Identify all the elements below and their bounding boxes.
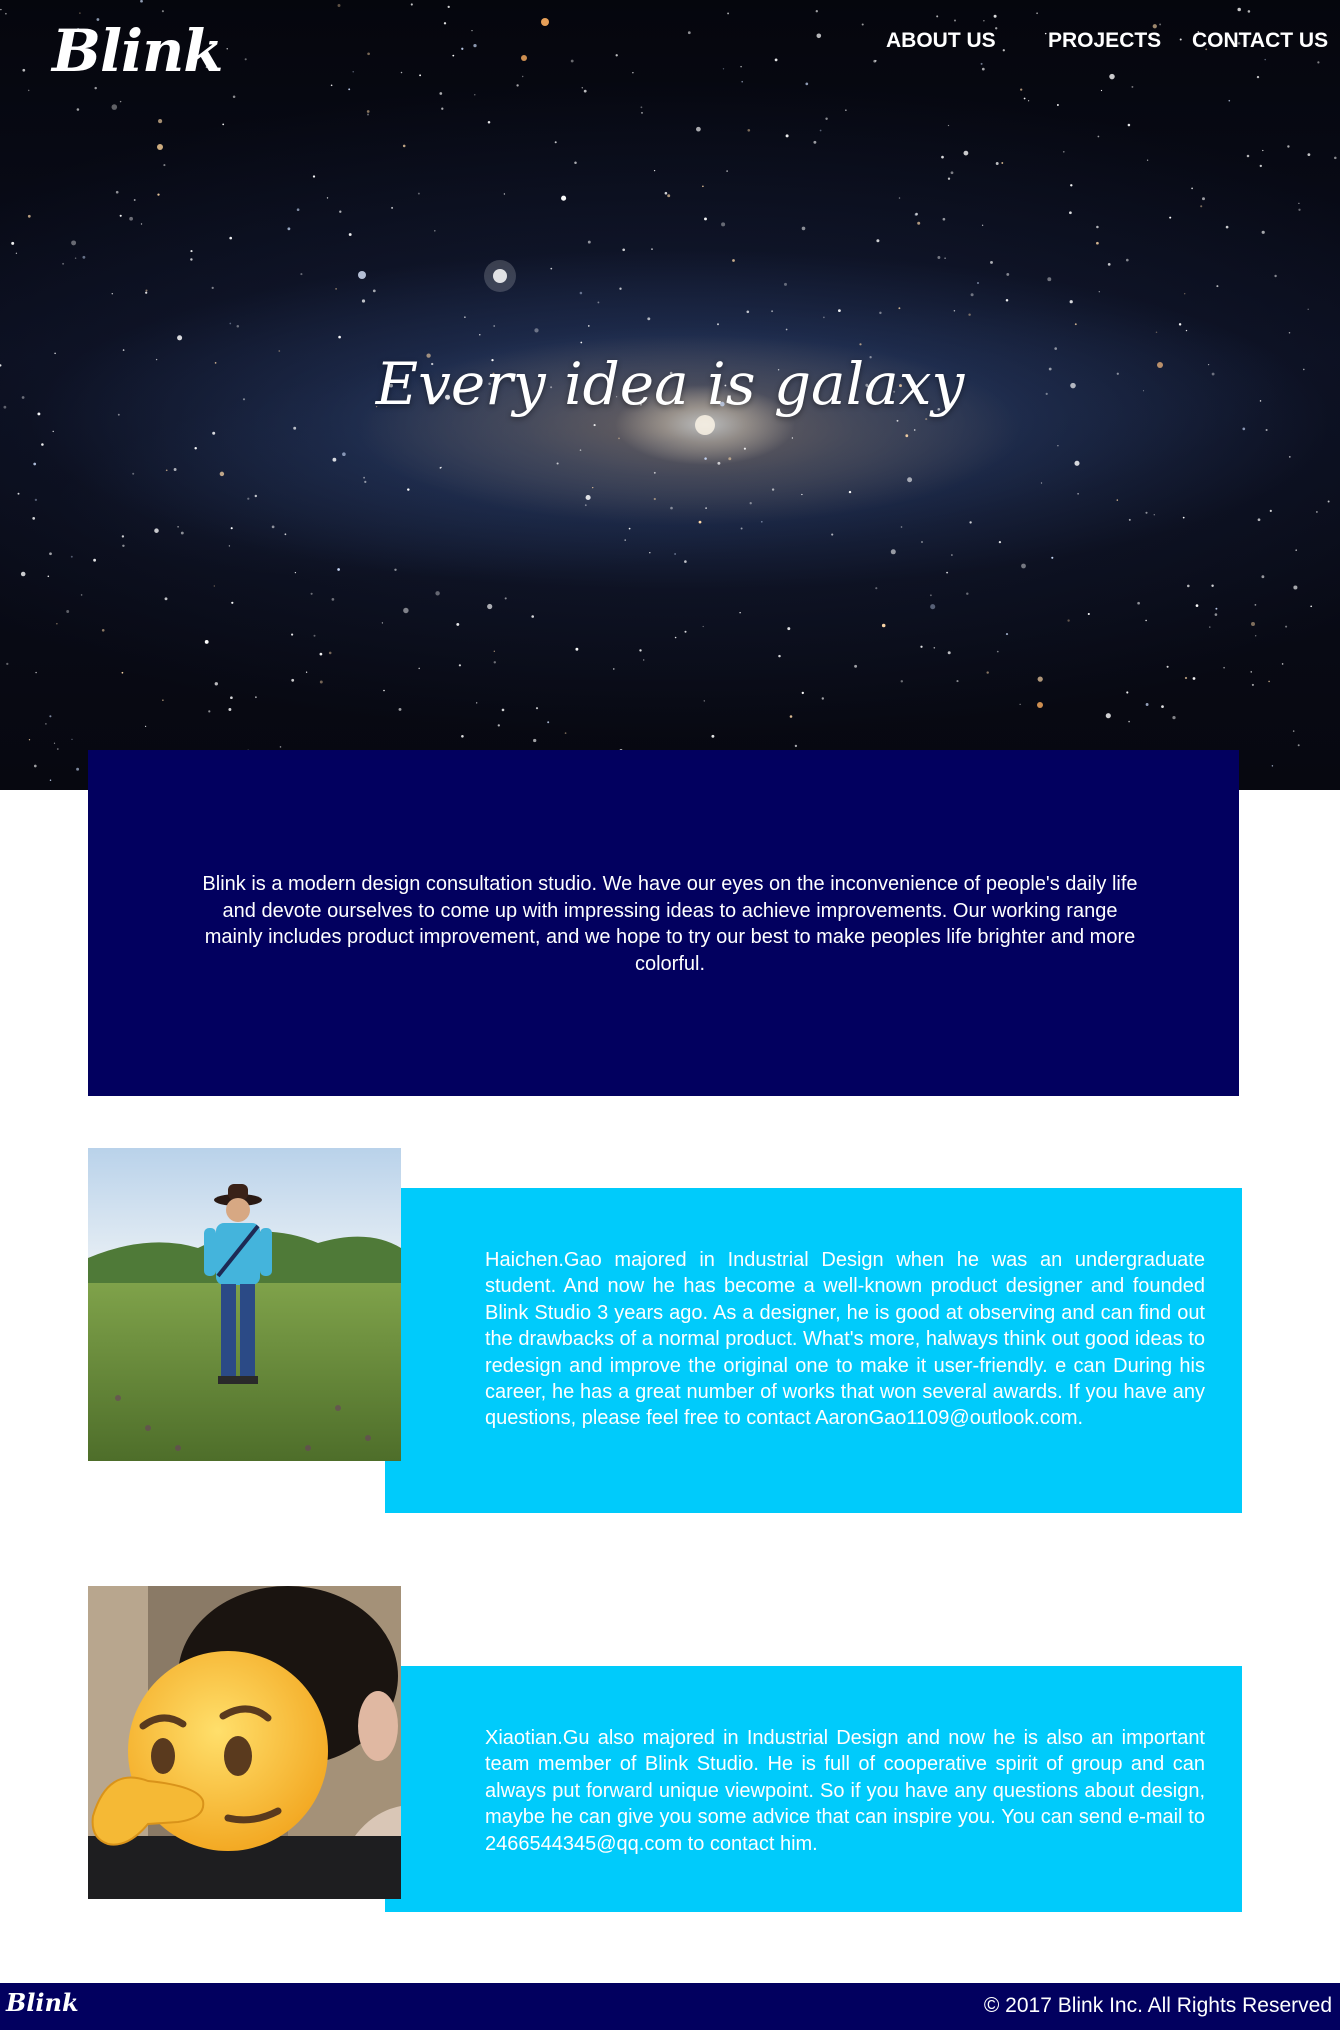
- about-text: Blink is a modern design consultation st…: [202, 873, 1138, 975]
- hero-banner: Blink ABOUT US PROJECTS CONTACT US Every…: [0, 0, 1340, 790]
- member-bio-haichen: Haichen.Gao majored in Industrial Design…: [485, 1249, 1205, 1430]
- brand-logo[interactable]: Blink: [52, 22, 223, 80]
- nav-contact-us[interactable]: CONTACT US: [1192, 29, 1328, 53]
- member-photo-xiaotian: [88, 1586, 401, 1899]
- member-bio-xiaotian: Xiaotian.Gu also majored in Industrial D…: [485, 1727, 1205, 1855]
- nav-about-us[interactable]: ABOUT US: [886, 29, 996, 53]
- hero-title: Every idea is galaxy: [375, 350, 965, 418]
- thinking-face-emoji-icon: [88, 1586, 401, 1899]
- member-photo-haichen: [88, 1148, 401, 1461]
- nav-projects[interactable]: PROJECTS: [1048, 29, 1161, 53]
- copyright-text: © 2017 Blink Inc. All Rights Reserved: [983, 1994, 1332, 2017]
- footer-logo[interactable]: Blink: [6, 1991, 79, 2015]
- person-photo-icon: [88, 1148, 401, 1461]
- footer: Blink © 2017 Blink Inc. All Rights Reser…: [0, 1983, 1340, 2030]
